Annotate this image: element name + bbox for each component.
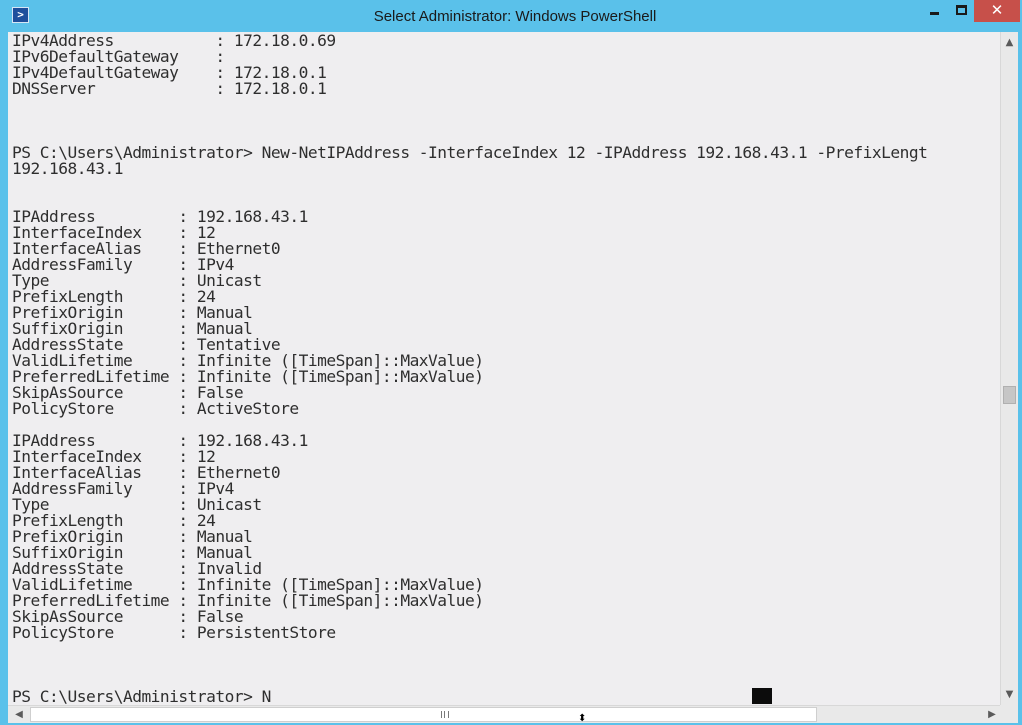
window-title: Select Administrator: Windows PowerShell	[373, 8, 657, 25]
close-button[interactable]: ✕	[974, 0, 1020, 22]
console-line: DNSServer : 172.18.0.1	[12, 79, 327, 98]
minimize-button[interactable]	[921, 0, 948, 22]
console-line: PS C:\Users\Administrator> N	[12, 687, 271, 705]
scroll-up-arrow-icon[interactable]: ▲	[1001, 34, 1018, 52]
vertical-scroll-thumb[interactable]	[1003, 386, 1016, 404]
mouse-pointer-icon: ⬍	[578, 713, 587, 724]
horizontal-scrollbar[interactable]: ◀ ▶	[8, 705, 1000, 723]
console-line: 192.168.43.1	[12, 159, 123, 178]
maximize-icon	[956, 5, 967, 15]
text-cursor	[752, 688, 772, 704]
console-text: IPv4Address : 172.18.0.69 IPv6DefaultGat…	[12, 32, 928, 705]
scroll-grip-icon	[441, 711, 449, 718]
powershell-window: > Select Administrator: Windows PowerShe…	[0, 0, 1022, 725]
close-icon: ✕	[990, 1, 1004, 19]
console-line: PS C:\Users\Administrator> New-NetIPAddr…	[12, 143, 928, 162]
scroll-right-arrow-icon[interactable]: ▶	[983, 706, 1001, 723]
minimize-icon	[930, 12, 939, 15]
scroll-down-arrow-icon[interactable]: ▼	[1001, 686, 1018, 704]
vertical-scrollbar[interactable]: ▲ ▼	[1000, 32, 1018, 705]
maximize-button[interactable]	[948, 0, 974, 22]
console-output[interactable]: IPv4Address : 172.18.0.69 IPv6DefaultGat…	[8, 32, 1000, 705]
title-bar[interactable]: > Select Administrator: Windows PowerShe…	[0, 0, 1022, 32]
horizontal-scroll-thumb[interactable]	[30, 707, 817, 722]
console-line: PolicyStore : ActiveStore	[12, 399, 299, 418]
console-line: PolicyStore : PersistentStore	[12, 623, 336, 642]
scroll-left-arrow-icon[interactable]: ◀	[10, 706, 28, 723]
size-grip[interactable]	[1000, 705, 1018, 723]
